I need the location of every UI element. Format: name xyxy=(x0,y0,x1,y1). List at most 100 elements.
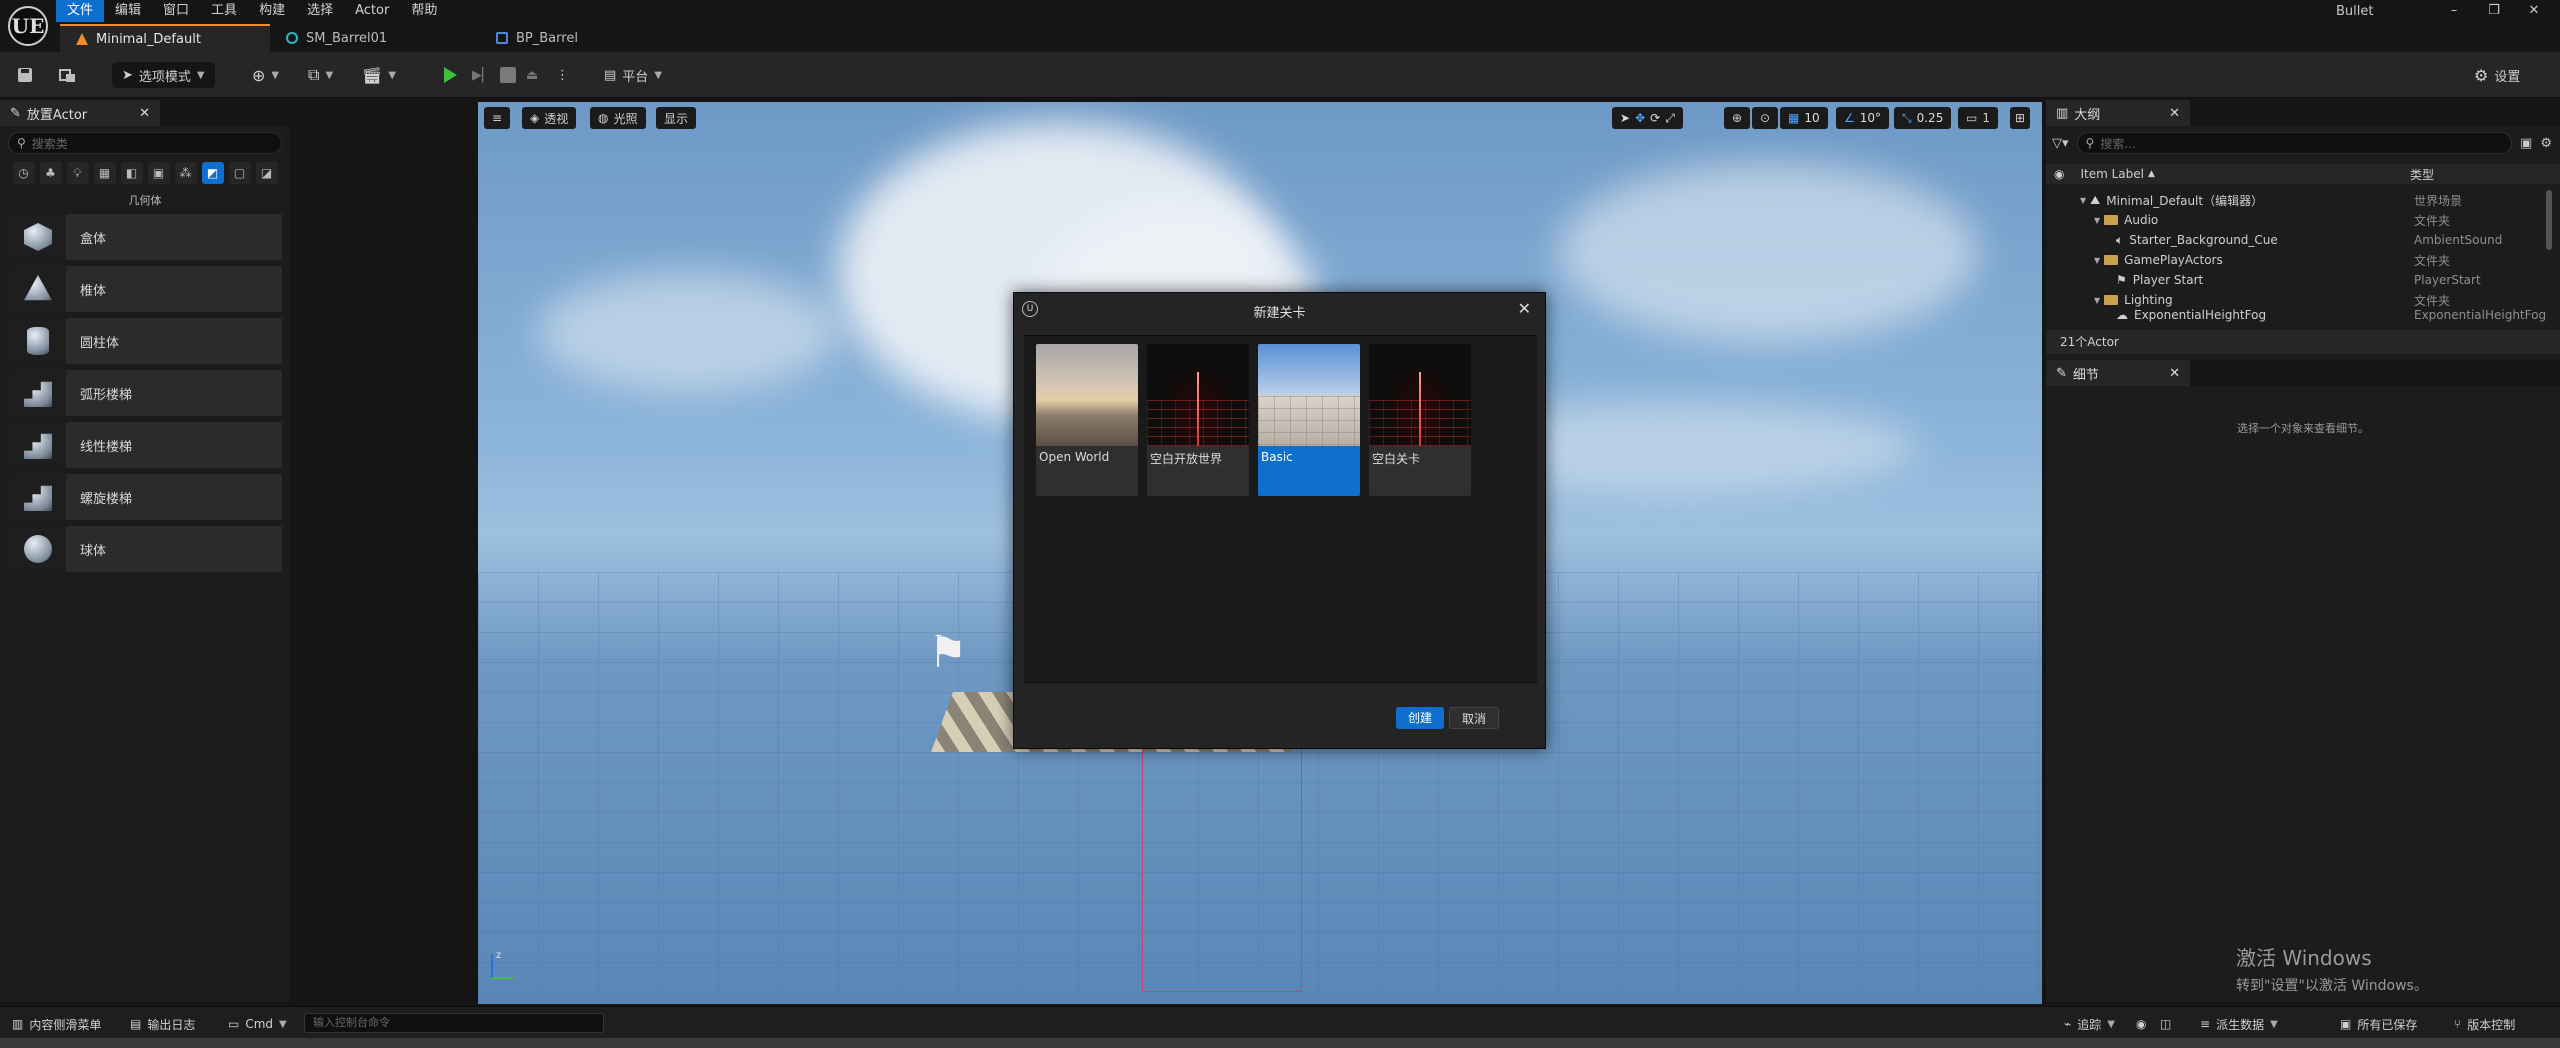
menu-select[interactable]: 选择 xyxy=(296,0,344,22)
close-icon[interactable]: ✕ xyxy=(2169,106,2180,121)
unreal-logo-icon[interactable]: UE xyxy=(8,6,48,46)
menu-tools[interactable]: 工具 xyxy=(200,0,248,22)
expand-icon[interactable]: ▼ xyxy=(2094,256,2100,265)
show-button[interactable]: 显示 xyxy=(656,107,697,129)
blueprint-button[interactable]: ⧉ ▼ xyxy=(308,62,333,88)
basic-icon[interactable]: ♣ xyxy=(39,162,62,184)
outliner-row[interactable]: 🔈︎ Starter_Background_Cue AmbientSound xyxy=(2046,230,2546,250)
visibility-icon[interactable]: ◉ xyxy=(2054,167,2064,181)
advance-frame-button[interactable]: ▶▏ xyxy=(472,62,492,88)
tab-bp-barrel[interactable]: BP_Barrel xyxy=(480,24,690,52)
stop-button[interactable] xyxy=(500,62,516,88)
actor-item-sphere[interactable]: 球体 xyxy=(10,526,282,572)
recent-icon[interactable]: ◷ xyxy=(12,162,35,184)
outliner-row[interactable]: ▼ GamePlayActors 文件夹 xyxy=(2046,250,2546,270)
add-folder-icon[interactable]: ▣ xyxy=(2520,136,2532,151)
actor-item-curved-stair[interactable]: 弧形楼梯 xyxy=(10,370,282,416)
all-saved-button[interactable]: ▣ 所有已保存 xyxy=(2340,1014,2417,1034)
volumes-icon[interactable]: ▣ xyxy=(147,162,170,184)
settings-icon[interactable]: ⚙ xyxy=(2540,136,2552,151)
menu-file[interactable]: 文件 xyxy=(56,0,105,22)
record-icon[interactable]: ◉ xyxy=(2136,1014,2146,1034)
actor-item-box[interactable]: 盒体 xyxy=(10,214,282,260)
layout-button[interactable]: ⊞ xyxy=(2010,107,2031,129)
tab-place-actors[interactable]: ✎ 放置Actor ✕ xyxy=(0,100,160,126)
grid-snap-button[interactable]: ▦ 10 xyxy=(1780,107,1828,129)
template-open-world[interactable]: Open World xyxy=(1036,344,1138,496)
outliner-row[interactable]: ▼ Lighting 文件夹 xyxy=(2046,290,2546,310)
perspective-button[interactable]: ◈ 透视 xyxy=(522,107,577,129)
cmd-selector[interactable]: ▭ Cmd ▼ xyxy=(228,1014,287,1034)
menu-build[interactable]: 构建 xyxy=(248,0,296,22)
surface-snap-button[interactable]: ⊙ xyxy=(1752,107,1779,129)
cinematic-icon[interactable]: ▦ xyxy=(93,162,116,184)
select-arrow-icon[interactable]: ➤ xyxy=(1620,111,1630,125)
close-icon[interactable]: ✕ xyxy=(1518,299,1531,318)
rotate-icon[interactable]: ⟳ xyxy=(1650,111,1660,125)
actor-item-cone[interactable]: 椎体 xyxy=(10,266,282,312)
actor-item-spiral-stair[interactable]: 螺旋楼梯 xyxy=(10,474,282,520)
camera-icon[interactable]: ◫ xyxy=(2160,1014,2171,1034)
rotation-snap-button[interactable]: ∠ 10° xyxy=(1836,107,1890,129)
menu-edit[interactable]: 编辑 xyxy=(104,0,152,22)
col-type[interactable]: 类型 xyxy=(2410,166,2434,183)
all-classes-icon[interactable]: ⁂ xyxy=(174,162,197,184)
shapes-icon[interactable]: ▢ xyxy=(228,162,251,184)
close-icon[interactable]: ✕ xyxy=(2169,366,2180,381)
content-drawer-button[interactable]: ▥ 内容侧滑菜单 xyxy=(12,1014,101,1034)
cancel-button[interactable]: 取消 xyxy=(1449,707,1500,729)
filter-icon[interactable]: ▽▾ xyxy=(2052,136,2069,151)
play-options-button[interactable]: ⋮ xyxy=(556,62,569,88)
template-empty-open-world[interactable]: 空白开放世界 xyxy=(1147,344,1249,496)
actor-item-linear-stair[interactable]: 线性楼梯 xyxy=(10,422,282,468)
minimize-button[interactable]: – xyxy=(2434,0,2474,22)
close-icon[interactable]: ✕ xyxy=(139,106,150,121)
save-icon[interactable] xyxy=(16,62,34,88)
tab-minimal-default[interactable]: Minimal_Default xyxy=(60,24,270,52)
create-button[interactable]: 创建 xyxy=(1396,707,1445,729)
menu-help[interactable]: 帮助 xyxy=(400,0,448,22)
camera-speed-button[interactable]: ▭ 1 xyxy=(1958,107,1998,129)
lights-icon[interactable]: 💡︎ xyxy=(66,162,89,184)
trace-button[interactable]: ⌁ 追踪 ▼ xyxy=(2064,1014,2115,1034)
mode-selector[interactable]: ➤ 选项模式 ▼ xyxy=(112,62,215,88)
outliner-search-input[interactable]: ⚲ 搜索... xyxy=(2076,132,2513,154)
add-actor-button[interactable]: ⊕ ▼ xyxy=(252,62,279,88)
close-window-button[interactable]: ✕ xyxy=(2514,0,2554,22)
tab-outliner[interactable]: ▥ 大纲 ✕ xyxy=(2046,100,2190,126)
outliner-row[interactable]: ☁ ExponentialHeightFog ExponentialHeight… xyxy=(2046,308,2546,322)
console-command-input[interactable]: 输入控制台命令 xyxy=(304,1013,604,1033)
browse-icon[interactable] xyxy=(58,62,78,88)
visual-effects-icon[interactable]: ◧ xyxy=(120,162,143,184)
viewport-menu-button[interactable]: ≡ xyxy=(484,107,511,129)
lit-button[interactable]: ◍ 光照 xyxy=(590,107,646,129)
class-search-input[interactable]: ⚲ 搜索类 xyxy=(8,132,282,154)
menu-actor[interactable]: Actor xyxy=(344,0,400,22)
eject-button[interactable]: ⏏ xyxy=(526,62,538,88)
source-control-button[interactable]: ⑂ 版本控制 xyxy=(2454,1014,2515,1034)
expand-icon[interactable]: ▼ xyxy=(2094,296,2100,305)
expand-icon[interactable]: ▼ xyxy=(2080,196,2086,205)
outliner-row[interactable]: ▼ Audio 文件夹 xyxy=(2046,210,2546,230)
player-start-icon[interactable]: ⚑ xyxy=(928,627,982,685)
world-space-button[interactable]: ⊕ xyxy=(1724,107,1751,129)
output-log-button[interactable]: ▤ 输出日志 xyxy=(130,1014,195,1034)
cinematics-button[interactable]: 🎬︎ ▼ xyxy=(362,62,396,88)
geometry-icon[interactable]: ◩ xyxy=(201,162,224,184)
scale-icon[interactable]: ⤢ xyxy=(1665,111,1675,126)
template-basic[interactable]: Basic xyxy=(1258,344,1360,496)
more-icon[interactable]: ◪ xyxy=(255,162,278,184)
outliner-row[interactable]: ▼ ⛰ Minimal_Default（编辑器） 世界场景 xyxy=(2046,190,2546,210)
tab-details[interactable]: ✎ 细节 ✕ xyxy=(2046,360,2190,386)
settings-button[interactable]: ⚙ 设置 xyxy=(2474,62,2520,88)
tab-sm-barrel01[interactable]: SM_Barrel01 xyxy=(270,24,480,52)
actor-item-cylinder[interactable]: 圆柱体 xyxy=(10,318,282,364)
derived-data-button[interactable]: ≡ 派生数据 ▼ xyxy=(2200,1014,2278,1034)
move-icon[interactable]: ✥ xyxy=(1635,111,1645,125)
scale-snap-button[interactable]: ⤡ 0.25 xyxy=(1894,107,1952,129)
menu-window[interactable]: 窗口 xyxy=(152,0,200,22)
expand-icon[interactable]: ▼ xyxy=(2094,216,2100,225)
col-item-label[interactable]: Item Label xyxy=(2080,167,2144,181)
template-empty-level[interactable]: 空白关卡 xyxy=(1369,344,1471,496)
outliner-row[interactable]: ⚑ Player Start PlayerStart xyxy=(2046,270,2546,290)
